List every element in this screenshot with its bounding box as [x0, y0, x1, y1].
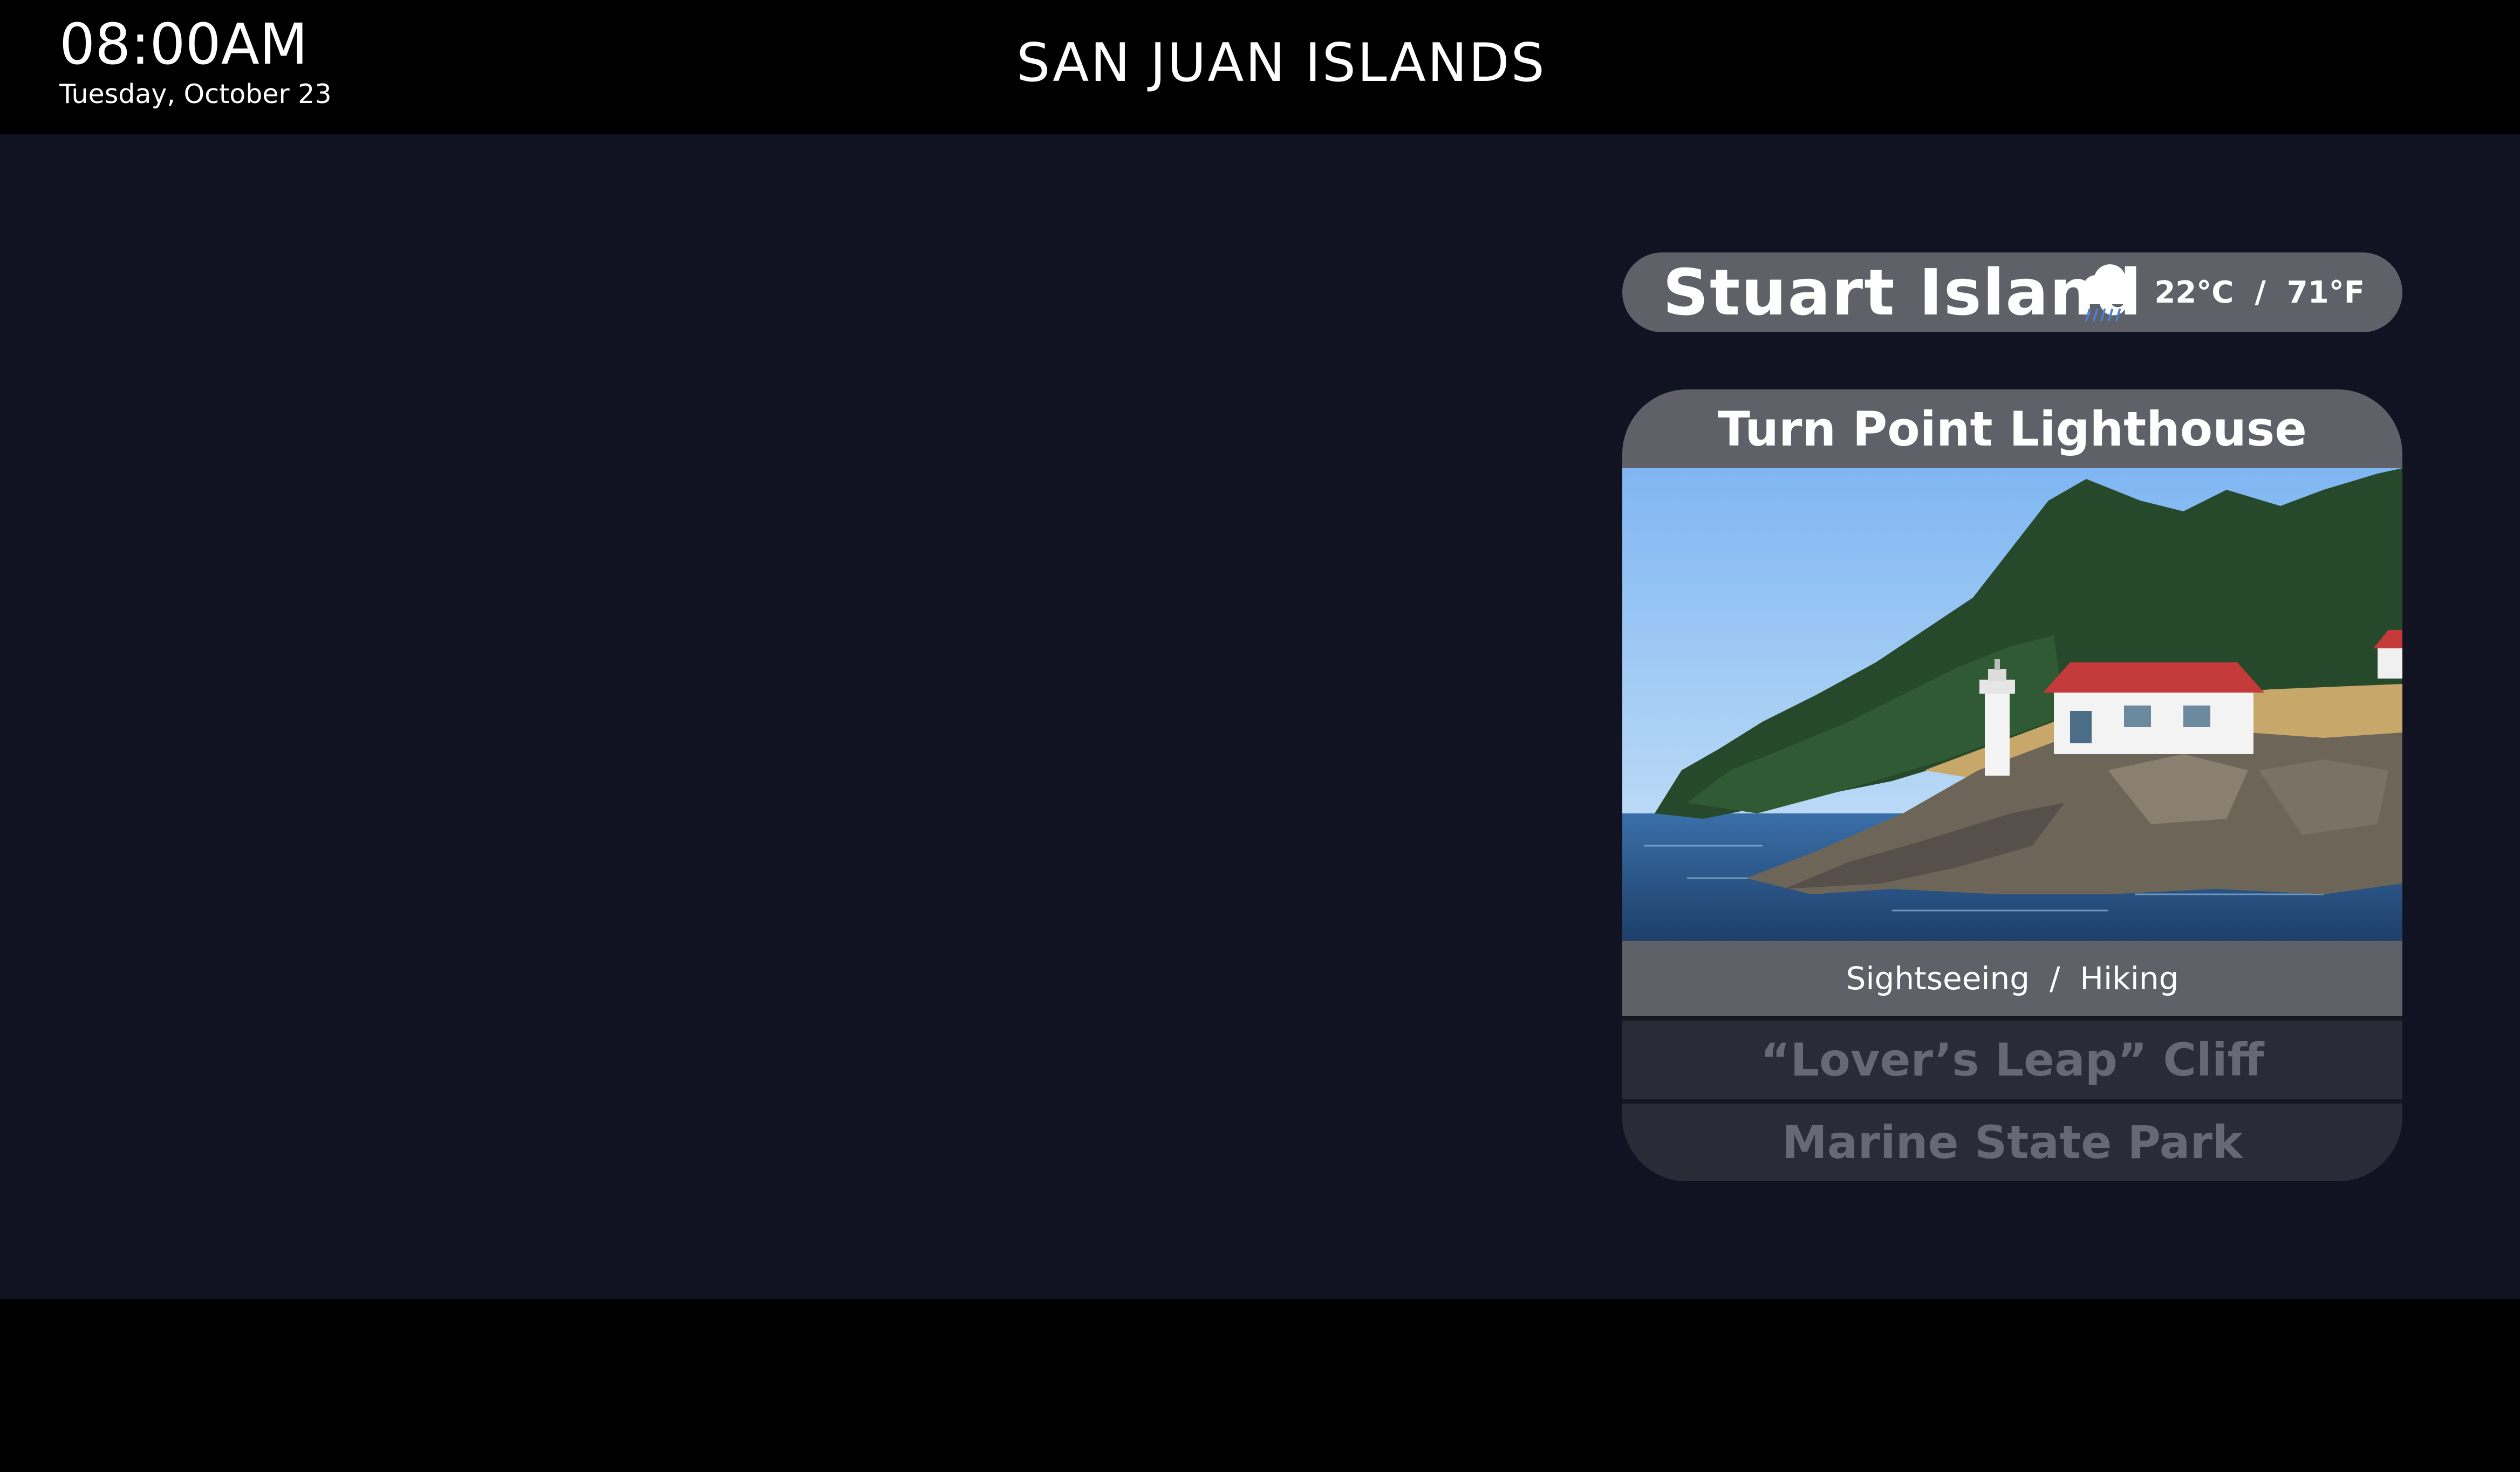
attraction-item[interactable]: Marine State Park — [1622, 1104, 2402, 1181]
weather-summary: 22°C / 71°F — [2074, 252, 2365, 332]
top-bar: 08:00AM Tuesday, October 23 SAN JUAN ISL… — [0, 0, 2520, 133]
attraction-tags: Sightseeing / Hiking — [1622, 941, 2402, 1016]
bottom-bar — [0, 1299, 2520, 1472]
island-name: Stuart Island — [1663, 255, 2143, 330]
temperature-readout: 22°C / 71°F — [2154, 275, 2365, 310]
divider — [1622, 1099, 2402, 1104]
attraction-carousel: Turn Point Lighthouse Sightseeing / Hiki… — [1622, 389, 2402, 1181]
attraction-title[interactable]: Turn Point Lighthouse — [1622, 389, 2402, 468]
attraction-item[interactable]: “Lover’s Leap” Cliff — [1622, 1021, 2402, 1099]
rain-cloud-icon — [2083, 264, 2135, 321]
page-title: SAN JUAN ISLANDS — [1016, 32, 1546, 94]
lighthouse-photo — [1622, 468, 2402, 941]
island-header[interactable]: Stuart Island 22°C / 71°F — [1622, 252, 2402, 332]
divider — [1622, 1016, 2402, 1021]
